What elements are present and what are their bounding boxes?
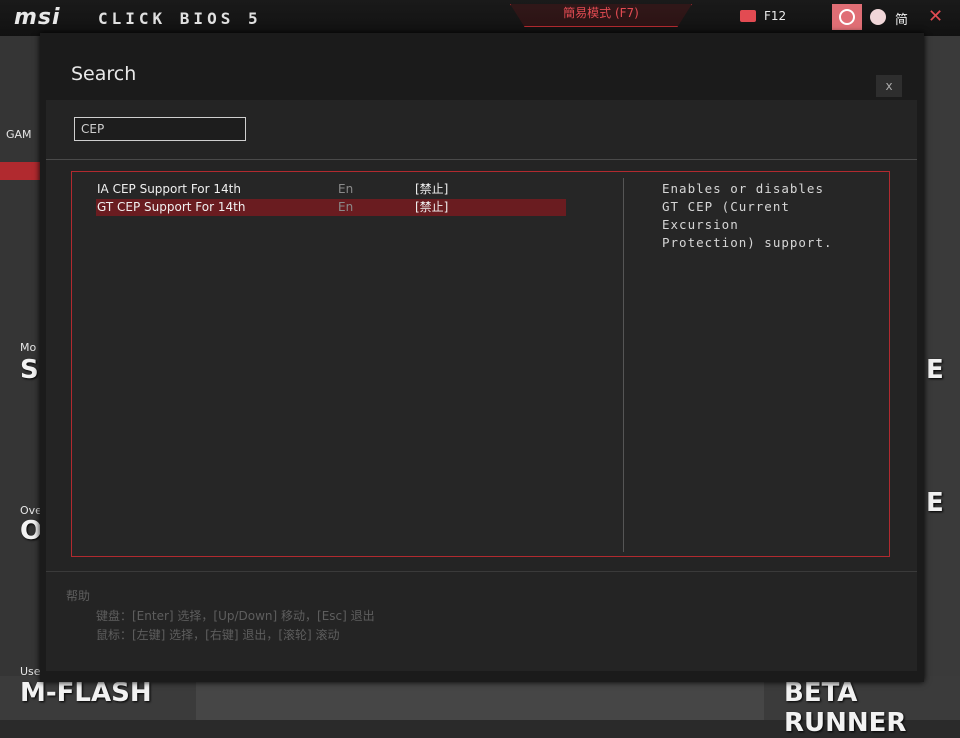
bg-label-right-1: E (926, 355, 944, 385)
help-title: 帮助 (66, 589, 91, 603)
help-description: Enables or disables GT CEP (Current Excu… (662, 180, 842, 252)
mflash-tile[interactable]: M-FLASH (20, 678, 152, 708)
divider (46, 571, 917, 572)
result-value: [禁止] (415, 182, 449, 196)
language-button[interactable]: 简 (895, 9, 908, 28)
dialog-close-button[interactable]: x (876, 75, 902, 97)
dialog-title: Search (71, 63, 137, 85)
search-icon (839, 9, 855, 25)
result-name: GT CEP Support For 14th (97, 200, 246, 214)
panel-divider (623, 178, 624, 552)
description-line: Enables or disables (662, 181, 824, 196)
description-line: GT CEP (Current (662, 199, 790, 214)
search-dialog: Search x IA CEP Support For 14th En [禁止]… (40, 33, 924, 682)
ez-mode-button[interactable]: 簡易模式 (F7) (510, 4, 692, 27)
bottom-middle-tile (196, 676, 764, 720)
screenshot-label: F12 (764, 9, 787, 23)
screenshot-button[interactable]: F12 (740, 9, 786, 23)
bg-label-mo: Mo (20, 341, 37, 354)
search-button[interactable] (832, 4, 862, 30)
search-input[interactable] (74, 117, 246, 141)
close-icon[interactable]: ✕ (928, 6, 943, 27)
result-row-selected[interactable]: GT CEP Support For 14th En [禁止] (96, 199, 566, 216)
description-line: Protection) support. (662, 235, 833, 250)
divider (46, 159, 917, 160)
search-results-panel: IA CEP Support For 14th En [禁止] GT CEP S… (71, 171, 890, 557)
result-name: IA CEP Support For 14th (97, 182, 241, 196)
description-line: Excursion (662, 217, 739, 232)
product-title: CLICK BIOS 5 (98, 9, 262, 28)
camera-icon (740, 10, 756, 22)
msi-logo: msi (14, 5, 61, 30)
bg-label-o: O (20, 516, 43, 546)
help-keyboard: 键盘：[Enter] 选择，[Up/Down] 移动，[Esc] 退出 (96, 609, 375, 623)
top-bar: msi CLICK BIOS 5 簡易模式 (F7) F12 简 ✕ (0, 0, 960, 36)
dialog-body: IA CEP Support For 14th En [禁止] GT CEP S… (46, 100, 917, 671)
bg-label-game: GAM (6, 128, 32, 141)
bg-label-right-2: E (926, 488, 944, 518)
bg-label-use: Use (20, 665, 41, 678)
result-category: En (338, 200, 354, 214)
background-tab-bar (0, 162, 40, 180)
beta-runner-tile[interactable]: BETA RUNNER (784, 678, 960, 738)
result-value: [禁止] (415, 200, 449, 214)
help-mouse: 鼠标：[左键] 选择，[右键] 退出，[滚轮] 滚动 (96, 628, 340, 642)
globe-icon[interactable] (870, 9, 886, 25)
result-row[interactable]: IA CEP Support For 14th En [禁止] (96, 181, 566, 198)
result-category: En (338, 182, 354, 196)
